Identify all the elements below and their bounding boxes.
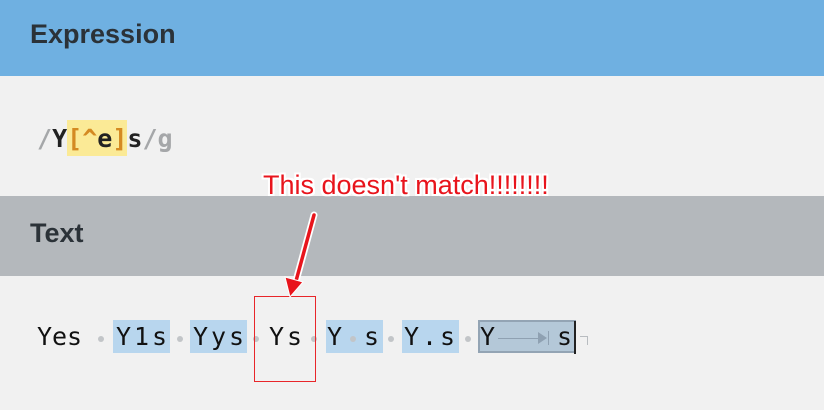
text-char: s xyxy=(229,322,245,351)
regex-flags: g xyxy=(157,123,173,153)
regex-set-negation: ^ xyxy=(82,123,98,153)
text-header: Text xyxy=(0,196,824,276)
text-char: . xyxy=(422,322,438,351)
text-char: s xyxy=(67,322,83,351)
text-char: Y xyxy=(193,322,209,351)
text-char: s xyxy=(152,322,168,351)
text-char: s xyxy=(557,322,573,351)
tab-marker-stop xyxy=(548,331,549,345)
regex-literal-y: Y xyxy=(52,123,68,153)
test-text[interactable]: Y e s Y 1 s Y y s Y s Y s Y . s Y s xyxy=(0,276,824,410)
space-marker xyxy=(177,336,183,342)
text-char: 1 xyxy=(134,322,150,351)
text-char: e xyxy=(52,322,68,351)
text-char: s xyxy=(440,322,456,351)
tab-marker xyxy=(498,338,540,339)
regex-expression[interactable]: / Y [ ^ e ] s / g xyxy=(37,120,173,156)
regex-set-content: e xyxy=(97,123,113,153)
tab-marker-arrowhead xyxy=(538,332,547,344)
text-char: Y xyxy=(116,322,132,351)
text-cursor xyxy=(574,321,576,354)
space-marker xyxy=(465,336,471,342)
regex-open-delimiter: / xyxy=(37,123,53,153)
regex-close-delimiter: / xyxy=(142,123,158,153)
regex-character-set: [ ^ e ] xyxy=(67,120,128,156)
text-title: Text xyxy=(30,218,84,248)
text-char: y xyxy=(211,322,227,351)
regex-tester: Expression / Y [ ^ e ] s / g Text Y e s … xyxy=(0,0,824,410)
annotation-highlight-box xyxy=(254,296,316,382)
text-char: s xyxy=(364,322,380,351)
annotation-label: This doesn't match!!!!!!!! xyxy=(263,170,549,200)
space-marker xyxy=(388,336,394,342)
text-char: Y xyxy=(404,322,420,351)
end-of-line-marker xyxy=(580,336,588,345)
text-char: Y xyxy=(37,322,53,351)
text-char: Y xyxy=(480,322,496,351)
regex-set-close: ] xyxy=(112,123,128,153)
space-marker xyxy=(98,336,104,342)
expression-header: Expression xyxy=(0,0,824,76)
expression-title: Expression xyxy=(30,19,176,49)
regex-set-open: [ xyxy=(67,123,83,153)
regex-literal-s: s xyxy=(127,123,143,153)
text-char: Y xyxy=(327,322,343,351)
text-editor[interactable]: Y e s Y 1 s Y y s Y s Y s Y . s Y s xyxy=(0,276,824,410)
space-marker xyxy=(350,336,356,342)
